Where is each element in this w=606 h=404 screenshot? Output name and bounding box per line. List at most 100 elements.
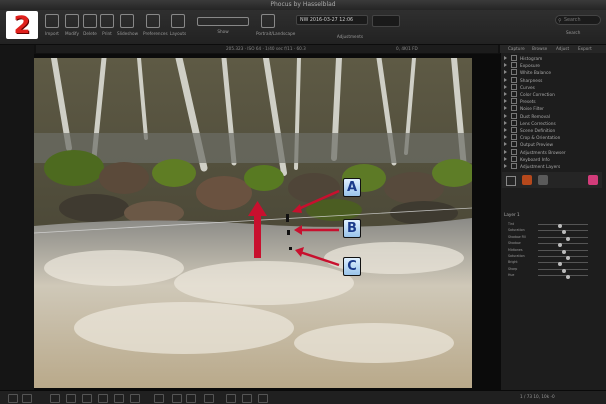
adjustment-slider-row[interactable]: Bright [508, 260, 600, 267]
crop-tool-button[interactable] [50, 394, 60, 403]
adjustment-slider-row[interactable]: Shadow Fill [508, 235, 600, 241]
disclosure-triangle-icon[interactable] [504, 113, 507, 118]
tool-row[interactable]: Lens Corrections [502, 119, 602, 127]
layer-header[interactable]: Layer 1 [504, 211, 600, 219]
view-single-button[interactable] [8, 394, 18, 403]
print-button[interactable]: Print [97, 14, 117, 40]
disclosure-triangle-icon[interactable] [504, 77, 507, 82]
tool-row[interactable]: White Balance [502, 69, 602, 76]
slider-track[interactable] [538, 230, 588, 235]
tool-row[interactable]: Histogram [502, 55, 602, 62]
adjustment-slider-row[interactable]: Midtones [508, 248, 600, 254]
tool-row[interactable]: Curves [502, 83, 602, 91]
grid-toggle-button[interactable] [186, 394, 196, 403]
picker-tool-button[interactable] [82, 394, 92, 403]
tab-browse[interactable]: Browse [532, 45, 547, 53]
slider-track[interactable] [538, 224, 588, 228]
straighten-tool-button[interactable] [66, 394, 76, 403]
show-button[interactable]: Show [196, 14, 250, 40]
slider-knob[interactable] [562, 268, 566, 273]
adjustment-dropdown[interactable]: NW 2016-03-27 12:06 [296, 15, 368, 25]
adjustment-slider-row[interactable]: Shadow [508, 241, 600, 248]
tool-row[interactable]: Output Preview [502, 141, 602, 148]
filmstrip-view-button[interactable] [172, 394, 182, 403]
slider-knob[interactable] [562, 249, 566, 254]
slider-track[interactable] [538, 268, 588, 273]
color-swatch-grey[interactable] [538, 175, 548, 185]
disclosure-triangle-icon[interactable] [504, 70, 507, 75]
tab-capture[interactable]: Capture [508, 45, 525, 53]
disclosure-triangle-icon[interactable] [504, 92, 507, 96]
layouts-button[interactable]: Layouts [168, 14, 188, 40]
photo-preview[interactable] [34, 58, 472, 388]
tool-label: Adjustment Layers [520, 165, 561, 170]
disclosure-triangle-icon[interactable] [504, 142, 507, 147]
tool-row[interactable]: Scene Definition [502, 127, 602, 134]
color-swatch-orange[interactable] [522, 175, 532, 185]
search-input[interactable]: ⚲ Search [555, 15, 601, 25]
slider-knob[interactable] [558, 224, 562, 228]
slider-knob[interactable] [566, 256, 570, 260]
color-swatch-pink[interactable] [588, 175, 598, 185]
slider-track[interactable] [538, 236, 588, 241]
preferences-button[interactable]: Preferences [143, 14, 168, 40]
disclosure-triangle-icon[interactable] [504, 156, 507, 161]
previous-image-button[interactable] [226, 394, 236, 403]
tool-row[interactable]: Keyboard Info [502, 155, 602, 163]
tool-icon [511, 76, 517, 83]
tool-row[interactable]: Sharpness [502, 76, 602, 84]
adjustment-nav-buttons[interactable] [372, 15, 400, 27]
tool-row[interactable]: Exposure [502, 62, 602, 69]
adjustment-slider-row[interactable]: Sharp [508, 267, 600, 273]
overlay-toggle-button[interactable] [204, 394, 214, 403]
view-compare-button[interactable] [22, 394, 32, 403]
disclosure-triangle-icon[interactable] [504, 84, 507, 89]
import-button[interactable]: Import [42, 14, 62, 40]
disclosure-triangle-icon[interactable] [504, 164, 507, 168]
tool-row[interactable]: Color Correction [502, 91, 602, 98]
disclosure-triangle-icon[interactable] [504, 99, 507, 104]
adjustment-slider-row[interactable]: Saturation [508, 228, 600, 235]
tab-adjust[interactable]: Adjust [556, 45, 569, 53]
tool-icon [511, 105, 517, 112]
portrait-landscape-button[interactable]: Portrait/Landscape [256, 14, 295, 40]
modify-button[interactable]: Modify [62, 14, 82, 40]
zoom-tool-button[interactable] [98, 394, 108, 403]
slider-track[interactable] [538, 256, 588, 260]
disclosure-triangle-icon[interactable] [504, 106, 507, 111]
adjustment-slider-row[interactable]: Tint [508, 222, 600, 228]
tool-icon [511, 134, 517, 141]
show-icon [197, 17, 249, 26]
tool-row[interactable]: Adjustments Browser [502, 148, 602, 156]
tool-row[interactable]: Dust Removal [502, 112, 602, 120]
rotate-button[interactable] [258, 394, 268, 403]
slider-track[interactable] [538, 262, 588, 267]
slider-knob[interactable] [566, 236, 570, 241]
slider-track[interactable] [538, 275, 588, 280]
status-bar: 1 / 73 10, 10k -0 [0, 390, 606, 404]
loupe-tool-button[interactable] [130, 394, 140, 403]
disclosure-triangle-icon[interactable] [504, 56, 507, 60]
adjustment-slider-row[interactable]: Hue [508, 273, 600, 280]
slideshow-button[interactable]: Slideshow [117, 14, 138, 40]
tab-export[interactable]: Export [578, 45, 592, 53]
brush-icon[interactable] [506, 176, 516, 186]
hand-tool-button[interactable] [114, 394, 124, 403]
slider-track[interactable] [538, 243, 588, 248]
disclosure-triangle-icon[interactable] [504, 63, 507, 68]
disclosure-triangle-icon[interactable] [504, 149, 507, 154]
tool-row[interactable]: Adjustment Layers [502, 163, 602, 170]
adjustment-slider-row[interactable]: Saturation [508, 254, 600, 260]
grid-view-button[interactable] [154, 394, 164, 403]
import-icon [45, 14, 59, 28]
slideshow-icon [120, 14, 134, 28]
image-info-bar: 205.323 · ISO 64 · 1/40 sec f/11 · 60.3 … [36, 45, 498, 53]
disclosure-triangle-icon[interactable] [504, 128, 507, 132]
disclosure-triangle-icon[interactable] [504, 135, 507, 140]
disclosure-triangle-icon[interactable] [504, 120, 507, 125]
tool-row[interactable]: Presets [502, 98, 602, 105]
slider-track[interactable] [538, 249, 588, 254]
next-image-button[interactable] [242, 394, 252, 403]
tool-row[interactable]: Crop & Orientation [502, 134, 602, 141]
tool-row[interactable]: Noise Filter [502, 105, 602, 112]
